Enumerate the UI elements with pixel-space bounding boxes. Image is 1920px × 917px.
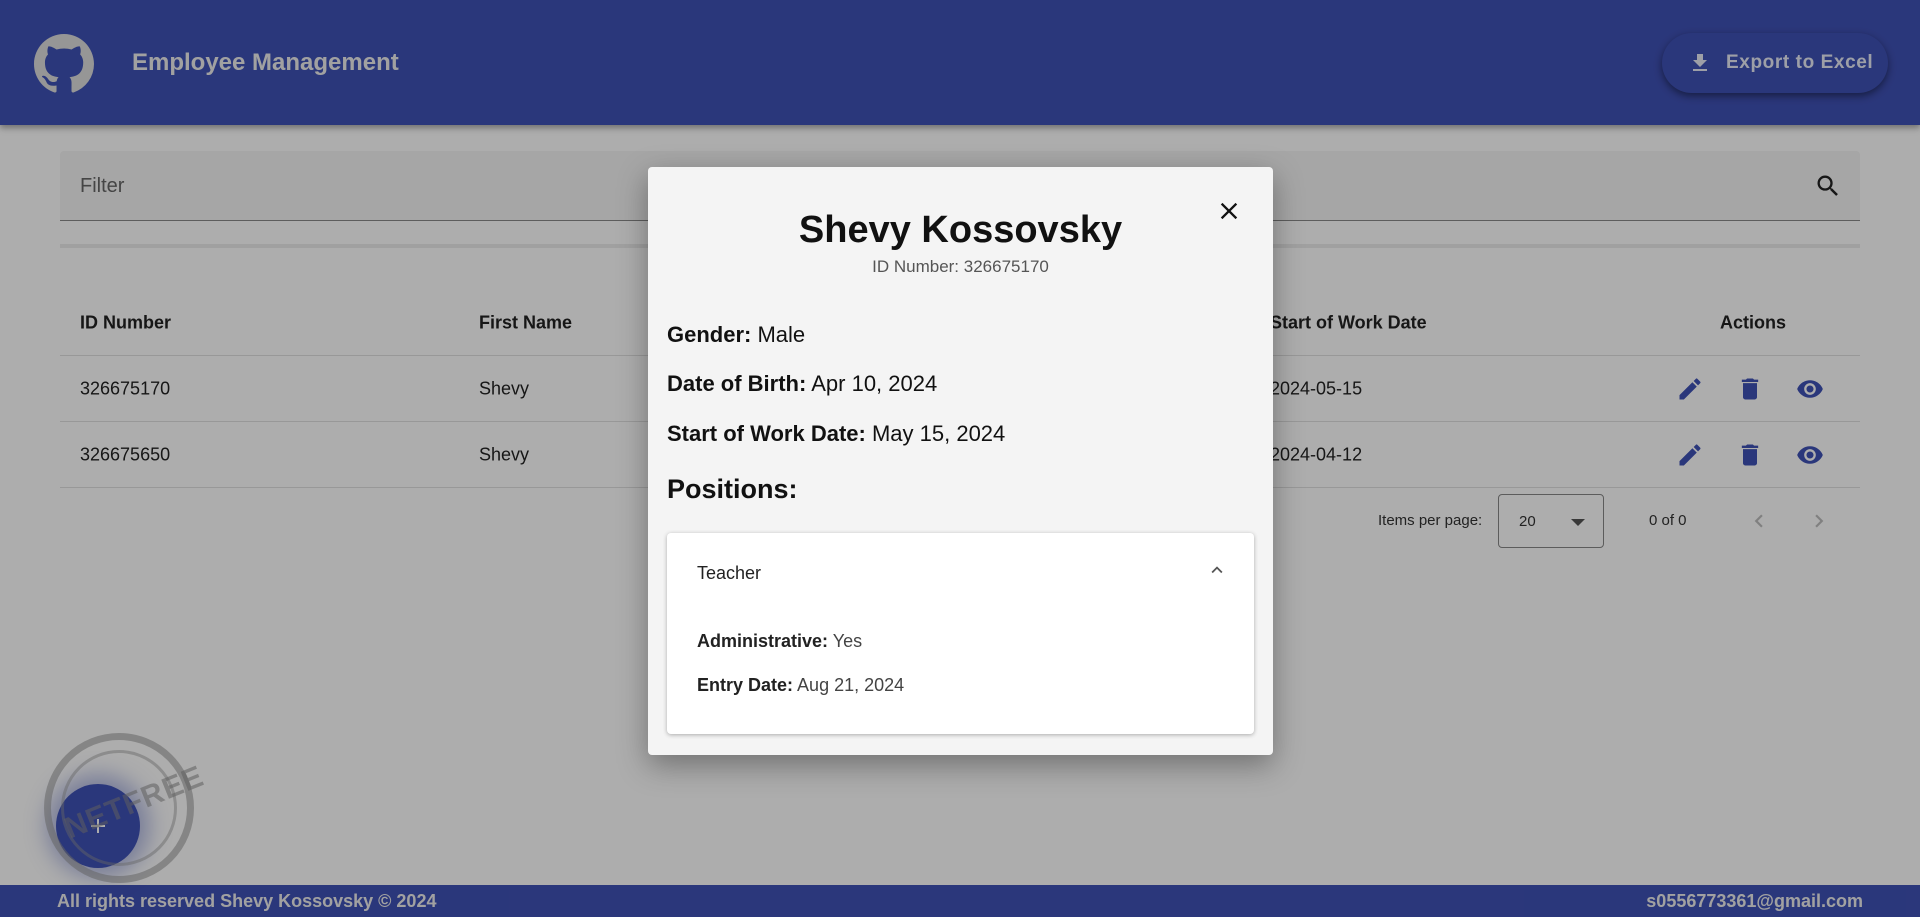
dob-line: Date of Birth: Apr 10, 2024 bbox=[667, 371, 937, 397]
employee-details-dialog: Shevy Kossovsky ID Number: 326675170 Gen… bbox=[648, 167, 1273, 755]
start-date-value: May 15, 2024 bbox=[871, 421, 1006, 446]
gender-label: Gender: bbox=[667, 322, 752, 347]
entry-date-line: Entry Date: Aug 21, 2024 bbox=[697, 675, 904, 696]
gender-line: Gender: Male bbox=[667, 322, 805, 348]
position-title[interactable]: Teacher bbox=[697, 563, 761, 584]
position-expansion-panel[interactable]: Teacher Administrative: Yes Entry Date: … bbox=[667, 533, 1254, 734]
chevron-up-icon[interactable] bbox=[1206, 559, 1228, 581]
dob-value: Apr 10, 2024 bbox=[811, 371, 938, 396]
positions-heading: Positions: bbox=[667, 474, 798, 504]
dob-label: Date of Birth: bbox=[667, 371, 807, 396]
administrative-value: Yes bbox=[832, 631, 863, 651]
employee-id-line: ID Number: 326675170 bbox=[872, 257, 1049, 276]
administrative-label: Administrative: bbox=[697, 631, 829, 651]
entry-date-label: Entry Date: bbox=[697, 675, 794, 695]
employee-name: Shevy Kossovsky bbox=[798, 209, 1123, 251]
start-date-line: Start of Work Date: May 15, 2024 bbox=[667, 421, 1005, 447]
administrative-line: Administrative: Yes bbox=[697, 631, 862, 652]
entry-date-value: Aug 21, 2024 bbox=[797, 675, 905, 695]
gender-value: Male bbox=[757, 322, 806, 347]
start-date-label: Start of Work Date: bbox=[667, 421, 866, 446]
